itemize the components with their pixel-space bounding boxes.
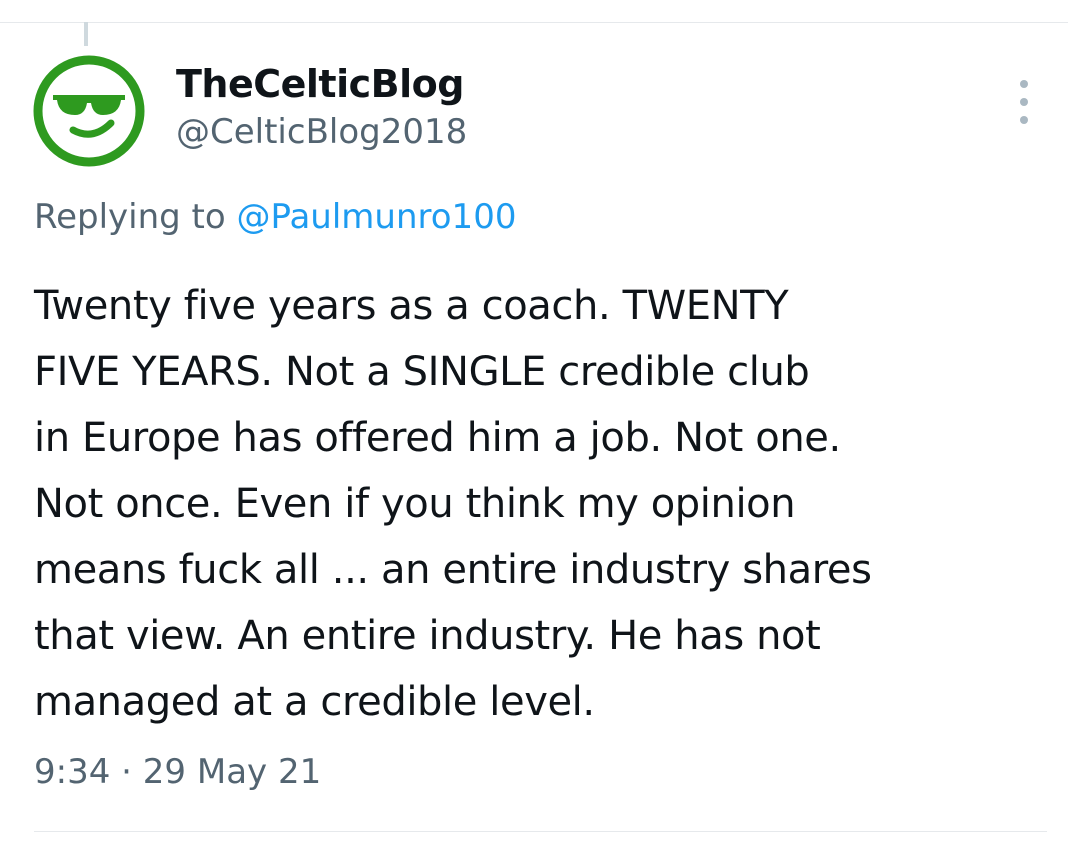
tweet-text-line: Not once. Even if you think my opinion xyxy=(34,481,796,527)
tweet-text-line: in Europe has offered him a job. Not one… xyxy=(34,415,841,461)
more-vertical-icon-dot xyxy=(1020,116,1028,124)
tweet-time: 9:34 xyxy=(34,752,111,792)
tweet-text-line: Twenty five years as a coach. TWENTY xyxy=(34,283,789,329)
tweet-text: Twenty five years as a coach. TWENTY FIV… xyxy=(34,273,1034,735)
tweet-timestamp[interactable]: 9:34 · 29 May 21 xyxy=(34,752,321,792)
timestamp-separator: · xyxy=(121,752,132,792)
more-vertical-icon xyxy=(1020,80,1028,88)
tweet-text-line: FIVE YEARS. Not a SINGLE credible club xyxy=(34,349,810,395)
bottom-divider xyxy=(34,831,1047,832)
display-name[interactable]: TheCelticBlog xyxy=(176,62,464,106)
thread-connector-line xyxy=(84,22,88,46)
more-vertical-icon-dot xyxy=(1020,98,1028,106)
more-options-button[interactable] xyxy=(1006,80,1042,124)
tweet-text-line: managed at a credible level. xyxy=(34,679,595,725)
avatar[interactable] xyxy=(33,55,145,167)
reply-mention-link[interactable]: @Paulmunro100 xyxy=(237,197,517,237)
user-handle[interactable]: @CelticBlog2018 xyxy=(176,112,467,152)
replying-to: Replying to @Paulmunro100 xyxy=(34,197,516,237)
tweet-date: 29 May 21 xyxy=(142,752,322,792)
top-divider xyxy=(0,22,1068,23)
sunglasses-smiley-icon xyxy=(33,55,145,167)
tweet-text-line: means fuck all ... an entire industry sh… xyxy=(34,547,872,593)
tweet-text-line: that view. An entire industry. He has no… xyxy=(34,613,821,659)
replying-to-label: Replying to xyxy=(34,197,226,237)
